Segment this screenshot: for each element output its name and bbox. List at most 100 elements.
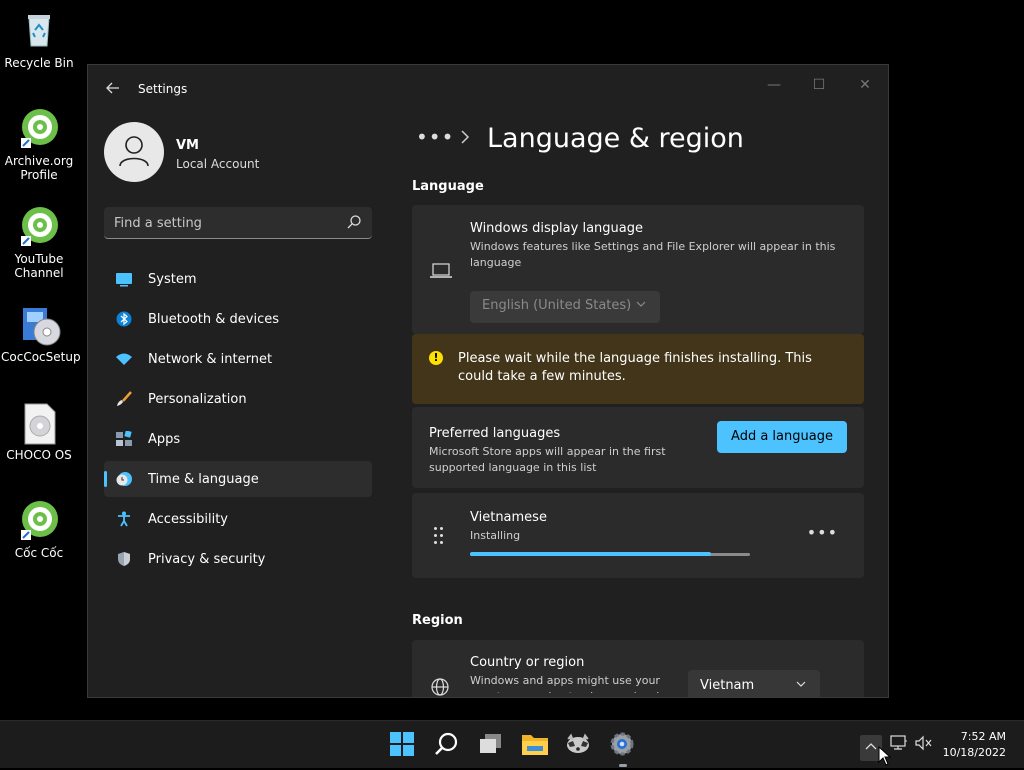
search-taskbar-button[interactable] [434,731,462,759]
coccoc-shortcut-icon [19,500,59,540]
installer-icon [19,304,61,346]
warning-icon: ! [429,351,443,365]
install-progress-fill [470,552,711,556]
start-button[interactable] [389,731,417,759]
breadcrumb-more-button[interactable]: ••• [416,125,454,149]
sidebar-item-privacy-security[interactable]: Privacy & security [104,541,372,577]
display-language-dropdown: English (United States) [470,291,660,323]
drag-handle-icon[interactable] [434,527,444,545]
sidebar-item-label: Personalization [148,391,247,407]
country-region-dropdown[interactable]: Vietnam [688,670,820,697]
avatar[interactable] [104,122,164,182]
sidebar-item-personalization[interactable]: Personalization [104,381,372,417]
sidebar-item-time-language[interactable]: Time & language [104,461,372,497]
language-status: Installing [470,529,521,542]
country-region-value: Vietnam [700,678,755,693]
windows-logo-icon [390,732,414,756]
time-language-icon [116,471,132,487]
mouse-cursor-icon [878,745,892,766]
warning-text: Please wait while the language finishes … [458,351,812,384]
title-bar[interactable]: Settings — ☐ ✕ [88,65,888,113]
desktop-icon-label: CocCocSetup [1,350,81,364]
bluetooth-icon [116,311,132,327]
maximize-button[interactable]: ☐ [807,73,831,97]
minimize-button[interactable]: — [762,73,786,97]
search-box[interactable] [104,207,372,239]
task-view-button[interactable] [478,731,506,759]
raccoon-icon [567,733,589,753]
sidebar-item-network-internet[interactable]: Network & internet [104,341,372,377]
accessibility-icon [116,511,132,527]
country-region-title: Country or region [470,655,585,670]
brush-icon [116,391,132,407]
user-icon [119,136,149,167]
desktop-icon-choco-os[interactable]: CHOCO OS [1,402,77,462]
raccoon-app-button[interactable] [565,731,593,759]
section-heading-region: Region [412,613,463,628]
desktop-icon-label: Recycle Bin [4,56,74,70]
task-view-icon [480,734,501,753]
shield-icon [116,551,132,567]
more-options-button[interactable]: ••• [807,523,838,542]
network-tray-icon[interactable] [889,735,909,755]
display-language-card: Windows display language Windows feature… [412,205,864,334]
sidebar-item-label: Bluetooth & devices [148,311,279,327]
system-clock[interactable]: 7:52 AM 10/18/2022 [943,729,1006,761]
search-icon [435,732,458,755]
user-name: VM [176,138,199,153]
sidebar-item-label: System [148,271,197,287]
country-region-desc: Windows and apps might use your country … [470,674,660,693]
install-warning-banner: ! Please wait while the language finishe… [412,334,864,404]
recycle-bin-icon [19,10,59,50]
display-language-desc: Windows features like Settings and File … [470,240,836,269]
apps-icon [116,430,132,447]
coccoc-shortcut-icon [19,108,59,148]
display-language-value: English (United States) [482,298,632,313]
chevron-up-icon [865,743,877,750]
sidebar-item-apps[interactable]: Apps [104,421,372,457]
taskbar: 7:52 AM 10/18/2022 [0,720,1024,768]
folder-icon [522,735,548,755]
sidebar-item-label: Time & language [148,471,259,487]
speaker-muted-icon [915,735,932,751]
chevron-right-icon [460,129,470,148]
page-title: Language & region [487,123,744,154]
desktop-icon-label: Archive.org Profile [4,154,74,182]
volume-tray-icon[interactable] [914,735,934,755]
settings-taskbar-button[interactable] [609,731,637,759]
search-input[interactable] [114,213,334,233]
preferred-languages-title: Preferred languages [429,426,561,441]
chevron-down-icon [796,678,806,691]
sidebar-item-accessibility[interactable]: Accessibility [104,501,372,537]
file-explorer-button[interactable] [521,731,549,759]
desktop-icon-coccocsetup[interactable]: CocCocSetup [1,304,81,364]
language-entry-vietnamese[interactable]: Vietnamese Installing ••• [412,493,864,578]
desktop-icon-label: CHOCO OS [6,448,72,462]
close-button[interactable]: ✕ [853,73,877,97]
coccoc-shortcut-icon [19,206,59,246]
add-language-button[interactable]: Add a language [717,421,847,453]
display-language-title: Windows display language [470,221,643,236]
system-icon [116,271,132,287]
gear-icon [610,732,634,756]
desktop-icon-recycle-bin[interactable]: Recycle Bin [1,10,77,70]
preferred-languages-desc: Microsoft Store apps will appear in the … [429,445,666,474]
sidebar-item-system[interactable]: System [104,261,372,297]
desktop-icon-label: Cốc Cốc [14,546,64,560]
disc-file-icon [19,402,59,445]
monitor-network-icon [890,735,907,750]
search-icon[interactable] [346,214,362,230]
sidebar-nav: System Bluetooth & devices Network & int… [104,261,372,581]
sidebar-item-bluetooth-devices[interactable]: Bluetooth & devices [104,301,372,337]
desktop-icon-youtube-channel[interactable]: YouTube Channel [1,206,77,280]
arrow-left-icon [106,82,119,94]
clock-date: 10/18/2022 [942,746,1006,759]
account-type: Local Account [176,157,260,171]
globe-icon [431,678,449,697]
country-region-card: Country or region Windows and apps might… [412,640,864,697]
back-button[interactable] [102,79,124,101]
settings-window: Settings — ☐ ✕ VM Local Account System B… [87,64,889,698]
laptop-icon [430,263,452,283]
desktop-icon-archive-org-profile[interactable]: Archive.org Profile [1,108,77,182]
desktop-icon-coc-coc[interactable]: Cốc Cốc [1,500,77,560]
